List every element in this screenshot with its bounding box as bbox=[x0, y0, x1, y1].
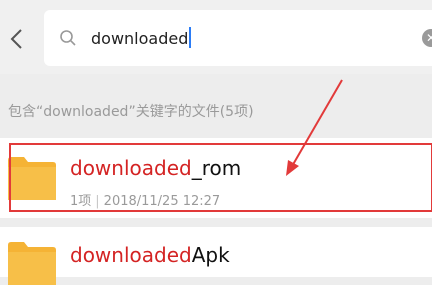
annotation-arrow bbox=[286, 79, 343, 176]
